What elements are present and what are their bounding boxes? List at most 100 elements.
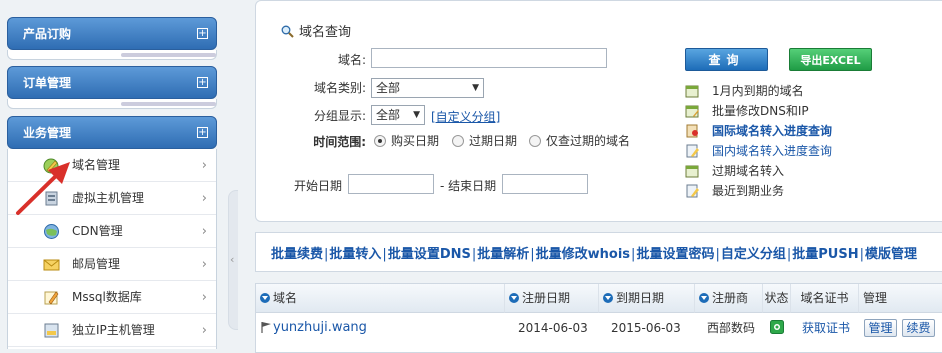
header-label: 注册商 — [712, 291, 749, 305]
separator: | — [859, 247, 864, 262]
ip-host-icon — [44, 323, 59, 338]
sidebar-collapse-handle[interactable]: ‹ — [228, 190, 238, 330]
dropdown-arrow-icon: ▼ — [413, 110, 420, 120]
link-domestic-transfer-progress[interactable]: 国内域名转入进度查询 — [685, 143, 832, 159]
separator: | — [786, 247, 792, 262]
domain-input[interactable] — [371, 48, 607, 68]
custom-group-link[interactable]: [自定义分组] — [431, 108, 500, 125]
expand-icon[interactable]: + — [197, 28, 208, 39]
radio-label: 购买日期 — [391, 134, 440, 148]
domain-name-link[interactable]: yunzhuji.wang — [273, 314, 367, 342]
domain-type-value: 全部 — [376, 81, 401, 95]
column-header-cert: 域名证书 — [791, 284, 859, 313]
expand-icon[interactable]: + — [197, 127, 208, 138]
get-certificate-link[interactable]: 获取证书 — [802, 314, 850, 342]
batch-transfer-link[interactable]: 批量转入 — [329, 247, 381, 262]
database-pencil-icon — [44, 291, 59, 305]
batch-renew-link[interactable]: 批量续费 — [271, 247, 323, 262]
column-header-status: 状态 — [763, 284, 791, 313]
template-management-link[interactable]: 模版管理 — [865, 247, 917, 262]
radio-unchecked-icon — [529, 135, 541, 147]
sort-icon — [260, 293, 270, 303]
domain-label: 域名: — [337, 53, 366, 67]
panel-title: 订单管理 — [23, 76, 72, 90]
separator: | — [530, 247, 535, 262]
sort-icon — [603, 293, 613, 303]
sidebar: 产品订购 + 订单管理 + 业务管理 + 域名管理 › 虚拟主机管理 › CDN… — [0, 0, 232, 349]
link-intl-transfer-progress[interactable]: 国际域名转入进度查询 — [685, 123, 832, 139]
separator: | — [471, 247, 477, 262]
query-button[interactable]: 查询 — [685, 48, 768, 71]
menu-item-dedicated-ip-host[interactable]: 独立IP主机管理 › — [8, 314, 216, 347]
export-excel-button[interactable]: 导出EXCEL — [789, 48, 872, 71]
start-date-input[interactable] — [348, 174, 434, 194]
custom-group-action-link[interactable]: 自定义分组 — [721, 247, 786, 262]
menu-item-label: 独立IP主机管理 — [72, 323, 155, 337]
chevron-right-icon: › — [201, 224, 207, 239]
column-header-manage: 管理 — [859, 284, 942, 313]
radio-label: 过期日期 — [469, 134, 518, 148]
menu-item-label: Mssql数据库 — [72, 290, 142, 304]
separator: | — [715, 247, 720, 262]
header-label: 到期日期 — [616, 291, 665, 305]
link-recent-expiring[interactable]: 最近到期业务 — [685, 183, 784, 199]
batch-password-link[interactable]: 批量设置密码 — [636, 247, 714, 262]
chevron-right-icon: › — [201, 257, 207, 272]
annotation-arrow-icon — [16, 162, 70, 215]
batch-push-link[interactable]: 批量PUSH — [792, 247, 858, 262]
separator: | — [631, 247, 636, 262]
flag-icon — [261, 322, 271, 333]
chevron-right-icon: › — [201, 191, 207, 206]
panel-header-business-management[interactable]: 业务管理 + — [7, 116, 217, 149]
renew-button[interactable]: 续费 — [902, 319, 935, 337]
header-label: 注册日期 — [522, 291, 571, 305]
batch-whois-link[interactable]: 批量修改whois — [536, 247, 630, 262]
domain-type-label: 域名类别: — [313, 81, 366, 95]
radio-expiry-date[interactable]: 过期日期 — [452, 133, 517, 149]
link-label: 批量修改DNS和IP — [712, 104, 809, 118]
calendar-icon — [685, 85, 699, 98]
panel-header-product-order[interactable]: 产品订购 + — [7, 17, 217, 50]
panel-title: 业务管理 — [23, 126, 72, 140]
chevron-right-icon: › — [201, 158, 207, 173]
group-select[interactable]: 全部 ▼ — [371, 105, 425, 125]
column-header-registrar[interactable]: 注册商 — [695, 284, 763, 313]
panel-title: 产品订购 — [23, 27, 72, 41]
column-header-exp-date[interactable]: 到期日期 — [599, 284, 695, 313]
link-batch-dns[interactable]: 批量修改DNS和IP — [685, 103, 809, 119]
end-date-input[interactable] — [502, 174, 588, 194]
chevron-right-icon: › — [201, 290, 207, 305]
menu-item-label: 邮局管理 — [72, 257, 121, 271]
time-range-label: 时间范围: — [313, 135, 366, 149]
radio-expired-only[interactable]: 仅查过期的域名 — [529, 133, 630, 149]
group-value: 全部 — [376, 108, 401, 122]
radio-label: 仅查过期的域名 — [546, 134, 631, 148]
column-header-domain[interactable]: 域名 — [256, 284, 505, 313]
expand-icon[interactable]: + — [197, 77, 208, 88]
menu-item-mssql[interactable]: Mssql数据库 › — [8, 281, 216, 314]
panel-footer — [7, 50, 217, 60]
query-title: 域名查询 — [281, 21, 351, 40]
domain-table: 域名 注册日期 到期日期 注册商 状态 域名证书 管理 yunzhuji.wan… — [255, 283, 942, 353]
panel-header-order-management[interactable]: 订单管理 + — [7, 66, 217, 99]
link-expiring-month[interactable]: 1月内到期的域名 — [685, 83, 804, 99]
magnifier-icon — [281, 25, 294, 38]
header-label: 管理 — [863, 291, 888, 305]
menu-item-cdn[interactable]: CDN管理 › — [8, 215, 216, 248]
batch-toolbar: 批量续费|批量转入|批量设置DNS|批量解析|批量修改whois|批量设置密码|… — [255, 232, 942, 272]
link-expired-transfer[interactable]: 过期域名转入 — [685, 163, 784, 179]
dropdown-arrow-icon: ▼ — [472, 83, 479, 93]
menu-item-mail[interactable]: 邮局管理 › — [8, 248, 216, 281]
domain-type-select[interactable]: 全部 ▼ — [371, 78, 484, 98]
status-ok-icon — [770, 320, 784, 334]
manage-button[interactable]: 管理 — [864, 319, 897, 337]
panel-footer — [7, 99, 217, 109]
column-header-reg-date[interactable]: 注册日期 — [505, 284, 599, 313]
batch-resolve-link[interactable]: 批量解析 — [477, 247, 529, 262]
batch-set-dns-link[interactable]: 批量设置DNS — [388, 247, 471, 262]
reg-date-cell: 2014-06-03 — [518, 321, 588, 335]
radio-purchase-date[interactable]: 购买日期 — [374, 133, 439, 149]
separator: | — [382, 247, 387, 262]
cdn-globe-icon — [44, 224, 59, 239]
start-date-label: 开始日期 — [294, 179, 343, 193]
